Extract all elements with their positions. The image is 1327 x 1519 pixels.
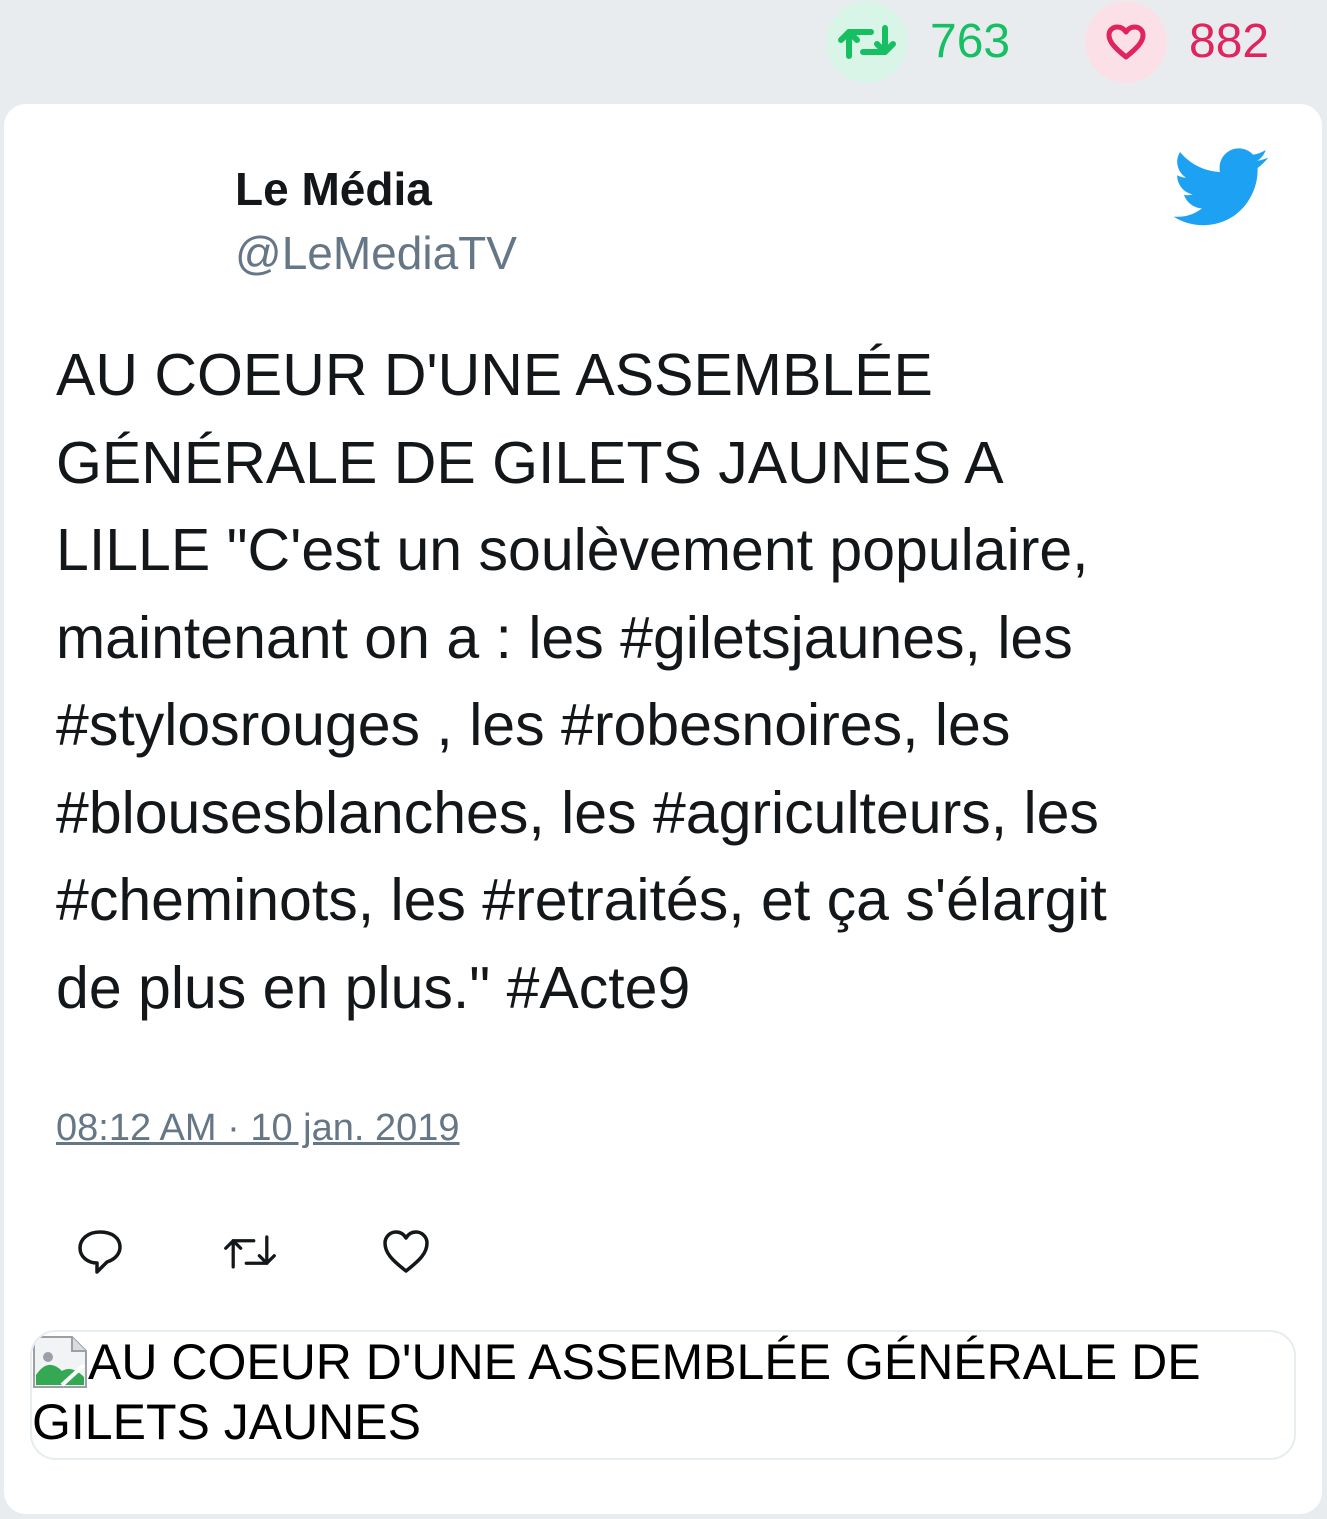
heart-icon[interactable] (1085, 1, 1167, 83)
reply-icon (78, 1230, 122, 1274)
heart-action-icon (383, 1230, 429, 1273)
link-preview-content: AU COEUR D'UNE ASSEMBLÉE GÉNÉRALE DE GIL… (32, 1332, 1262, 1452)
reply-button[interactable] (72, 1224, 128, 1280)
like-stat[interactable]: 882 (1085, 0, 1269, 84)
retweet-action-icon (224, 1235, 276, 1269)
tweet-text: AU COEUR D'UNE ASSEMBLÉE GÉNÉRALE DE GIL… (56, 342, 1107, 1021)
link-preview-alt-text: AU COEUR D'UNE ASSEMBLÉE GÉNÉRALE DE GIL… (32, 1334, 1201, 1450)
tweet-timestamp[interactable]: 08:12 AM · 10 jan. 2019 (56, 1107, 460, 1150)
tweet-card: Le Média @LeMediaTV AU COEUR D'UNE ASSEM… (4, 104, 1322, 1514)
engagement-stats-bar: 763 882 (0, 0, 1327, 100)
retweet-count: 763 (930, 15, 1011, 68)
retweet-button[interactable] (222, 1224, 278, 1280)
twitter-bird-icon[interactable] (1173, 148, 1270, 228)
link-preview-card[interactable]: AU COEUR D'UNE ASSEMBLÉE GÉNÉRALE DE GIL… (30, 1330, 1296, 1460)
like-button[interactable] (378, 1224, 434, 1280)
author-handle[interactable]: @LeMediaTV (235, 230, 517, 276)
like-count: 882 (1189, 15, 1270, 68)
broken-image-icon (32, 1335, 88, 1389)
retweet-stat[interactable]: 763 (826, 0, 1010, 84)
author-name[interactable]: Le Média (235, 166, 432, 212)
retweet-icon[interactable] (826, 1, 908, 83)
